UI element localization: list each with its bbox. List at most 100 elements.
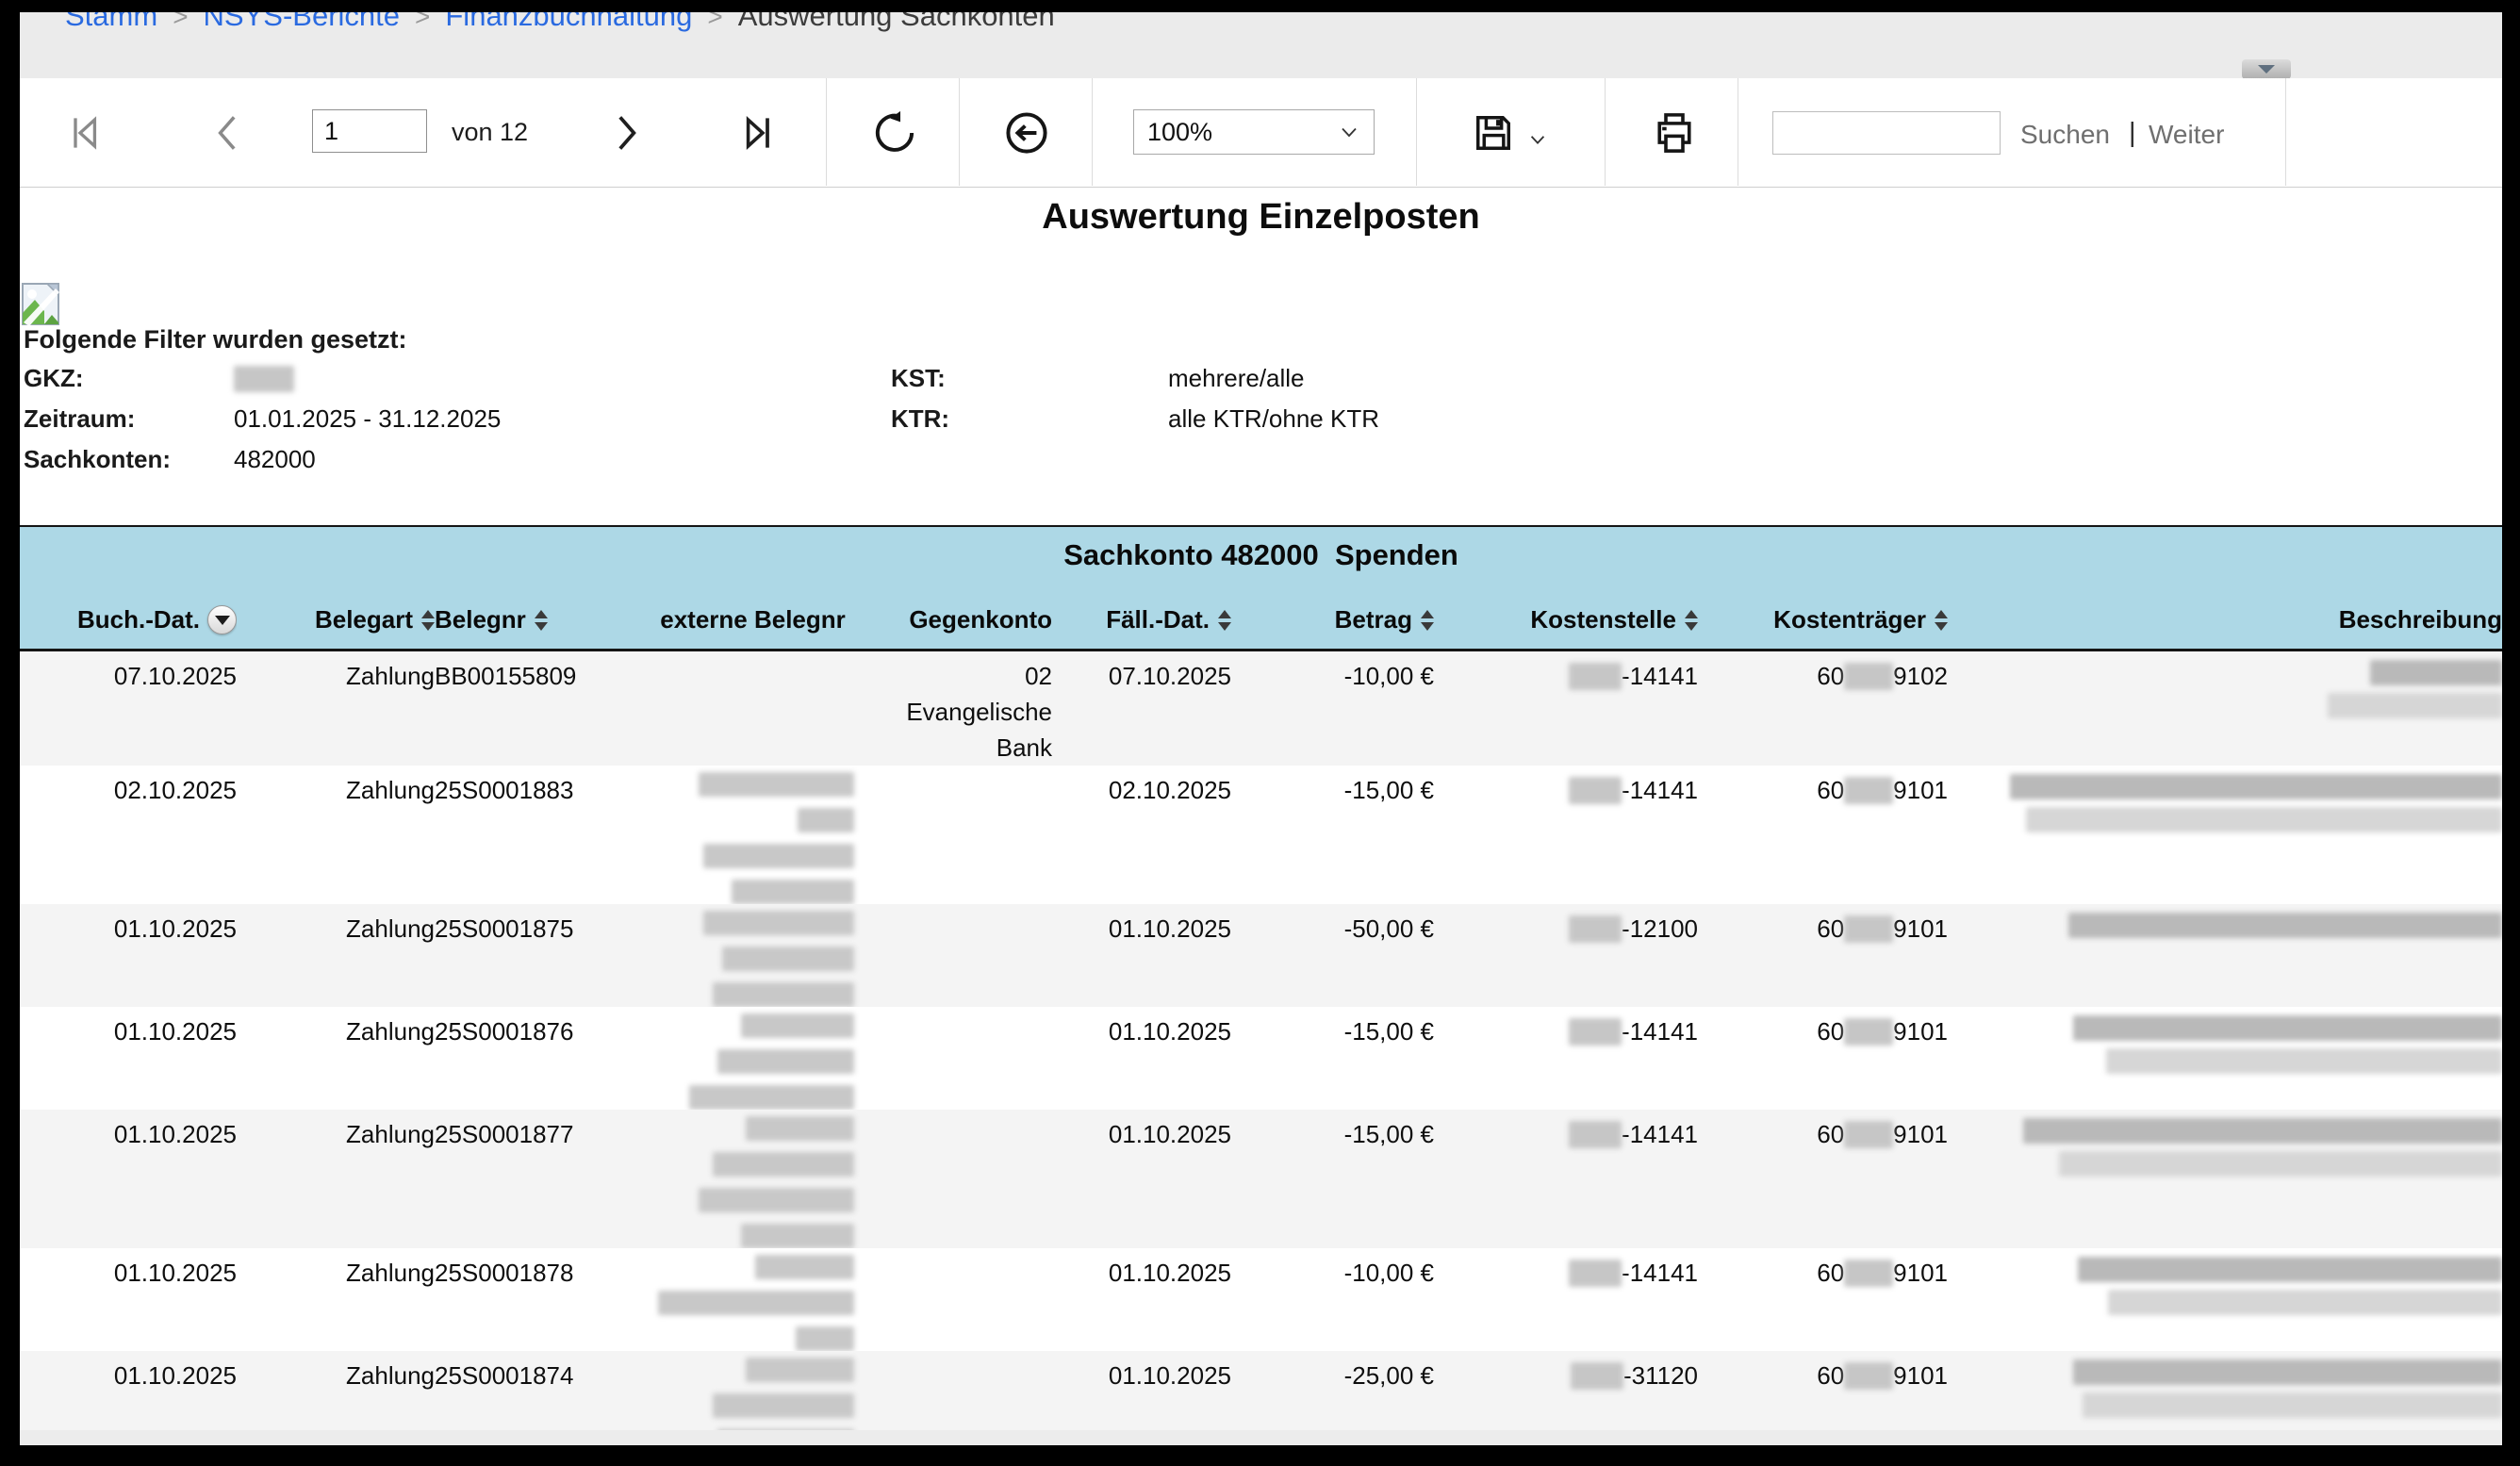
- report-viewer-window: Stamm>NSYS-Berichte>Finanzbuchhaltung>Au…: [20, 12, 2502, 1445]
- breadcrumb: Stamm>NSYS-Berichte>Finanzbuchhaltung>Au…: [65, 12, 1055, 33]
- cell-gegenkonto: [864, 1248, 1052, 1351]
- cell-belegart: Zahlung: [237, 1007, 435, 1110]
- search-button[interactable]: Suchen: [2020, 120, 2110, 150]
- cell-faell-dat: 07.10.2025: [1052, 651, 1231, 766]
- cell-faell-dat: 01.10.2025: [1052, 1007, 1231, 1110]
- cell-beschreibung: [1948, 766, 2502, 904]
- cell-externe-belegnr: [642, 766, 864, 904]
- column-header-label: Kostenstelle: [1530, 605, 1676, 634]
- cell-betrag: -10,00 €: [1231, 1248, 1434, 1351]
- cell-belegnr: 25S0001875: [435, 904, 642, 1007]
- sort-icon: [1935, 610, 1948, 631]
- filter-value: mehrere/alle: [1168, 364, 1305, 393]
- cell-faell-dat: 01.10.2025: [1052, 1248, 1231, 1351]
- column-header-belegart[interactable]: Belegart: [237, 597, 435, 651]
- search-divider: |: [2129, 118, 2136, 149]
- filter-label: Zeitraum:: [24, 404, 135, 434]
- save-button[interactable]: [1469, 108, 1548, 157]
- last-page-icon: [734, 109, 782, 156]
- refresh-icon: [871, 109, 918, 156]
- cell-belegnr: 25S0001878: [435, 1248, 642, 1351]
- table-row: 01.10.2025Zahlung25S000187701.10.2025-15…: [20, 1110, 2502, 1248]
- column-header-kostenstelle[interactable]: Kostenstelle: [1434, 597, 1698, 651]
- filter-label: KTR:: [891, 404, 949, 434]
- cell-kostenstelle: -14141: [1434, 651, 1698, 766]
- cell-gegenkonto: 02EvangelischeBank: [864, 651, 1052, 766]
- table-title: Sachkonto 482000 Spenden: [20, 526, 2502, 597]
- page-number-input[interactable]: [312, 109, 427, 153]
- cell-externe-belegnr: [642, 651, 864, 766]
- table-row: 02.10.2025Zahlung25S000188302.10.2025-15…: [20, 766, 2502, 904]
- breadcrumb-separator: >: [707, 12, 722, 32]
- zoom-select[interactable]: 100%: [1133, 109, 1375, 155]
- cell-kostenstelle: -14141: [1434, 1007, 1698, 1110]
- refresh-button[interactable]: [871, 109, 918, 156]
- redacted-text: [642, 1013, 864, 1110]
- column-header-fäll-dat-[interactable]: Fäll.-Dat.: [1052, 597, 1231, 651]
- cell-betrag: -10,00 €: [1231, 651, 1434, 766]
- cell-beschreibung: [1948, 1110, 2502, 1248]
- cell-belegart: Zahlung: [237, 1110, 435, 1248]
- cell-externe-belegnr: [642, 1110, 864, 1248]
- cell-kostentraeger: 609102: [1698, 651, 1948, 766]
- column-header-gegenkonto: Gegenkonto: [864, 597, 1052, 651]
- filter-value: alle KTR/ohne KTR: [1168, 404, 1379, 434]
- column-header-label: Belegnr: [435, 605, 526, 634]
- breadcrumb-item-stamm[interactable]: Stamm: [65, 12, 157, 33]
- cell-buch-dat: 07.10.2025: [20, 651, 237, 766]
- table-row: 01.10.2025Zahlung25S000187601.10.2025-15…: [20, 1007, 2502, 1110]
- scrollbar-button[interactable]: [2242, 59, 2291, 79]
- cell-kostentraeger: 609101: [1698, 766, 1948, 904]
- cell-belegnr: 25S0001876: [435, 1007, 642, 1110]
- cell-kostentraeger: 609101: [1698, 904, 1948, 1007]
- redacted-text: [1948, 658, 2502, 718]
- cell-buch-dat: 01.10.2025: [20, 1007, 237, 1110]
- column-header-betrag[interactable]: Betrag: [1231, 597, 1434, 651]
- redacted-text: [1844, 1018, 1893, 1046]
- printer-icon: [1649, 107, 1700, 158]
- column-header-buch-dat-[interactable]: Buch.-Dat.: [20, 597, 237, 651]
- last-page-button[interactable]: [734, 109, 782, 156]
- print-button[interactable]: [1649, 107, 1700, 158]
- cell-kostentraeger: 609101: [1698, 1248, 1948, 1351]
- redacted-text: [642, 911, 864, 1007]
- column-header-label: Fäll.-Dat.: [1106, 605, 1210, 634]
- search-input[interactable]: [1772, 111, 2001, 155]
- breadcrumb-item-nsys-berichte[interactable]: NSYS-Berichte: [204, 12, 400, 33]
- column-header-belegnr[interactable]: Belegnr: [435, 597, 642, 651]
- breadcrumb-separator: >: [173, 12, 188, 32]
- sorted-descending-icon: [207, 605, 237, 634]
- breadcrumb-item-auswertung-sachkonten: Auswertung Sachkonten: [738, 12, 1055, 33]
- column-header-label: externe Belegnr: [660, 605, 846, 634]
- sort-icon: [1218, 610, 1231, 631]
- previous-page-button[interactable]: [206, 109, 253, 156]
- next-page-button[interactable]: [601, 109, 649, 156]
- chevron-right-icon: [601, 109, 649, 156]
- back-to-parent-button[interactable]: [1003, 109, 1050, 156]
- breadcrumb-item-finanzbuchhaltung[interactable]: Finanzbuchhaltung: [445, 12, 692, 33]
- redacted-value: [234, 366, 294, 392]
- cell-betrag: -15,00 €: [1231, 1110, 1434, 1248]
- cell-gegenkonto: [864, 1007, 1052, 1110]
- cell-kostenstelle: -14141: [1434, 766, 1698, 904]
- cell-faell-dat: 02.10.2025: [1052, 766, 1231, 904]
- redacted-text: [1948, 1013, 2502, 1074]
- cell-externe-belegnr: [642, 1007, 864, 1110]
- redacted-text: [1844, 777, 1893, 804]
- cell-beschreibung: [1948, 904, 2502, 1007]
- page-bottom-gutter: [20, 1430, 2502, 1445]
- redacted-text: [1948, 1255, 2502, 1315]
- column-header-label: Belegart: [315, 605, 413, 634]
- cell-gegenkonto: [864, 766, 1052, 904]
- toolbar-separator: [826, 78, 827, 186]
- cell-buch-dat: 01.10.2025: [20, 1248, 237, 1351]
- first-page-button[interactable]: [61, 109, 108, 156]
- sort-icon: [421, 610, 435, 631]
- redacted-text: [1571, 1362, 1623, 1390]
- column-header-externe-belegnr: externe Belegnr: [642, 597, 864, 651]
- filter-label: KST:: [891, 364, 946, 393]
- cell-belegnr: 25S0001883: [435, 766, 642, 904]
- search-next-button[interactable]: Weiter: [2149, 120, 2224, 150]
- screen: { "breadcrumb": { "separator": ">", "ite…: [0, 0, 2520, 1466]
- column-header-kostenträger[interactable]: Kostenträger: [1698, 597, 1948, 651]
